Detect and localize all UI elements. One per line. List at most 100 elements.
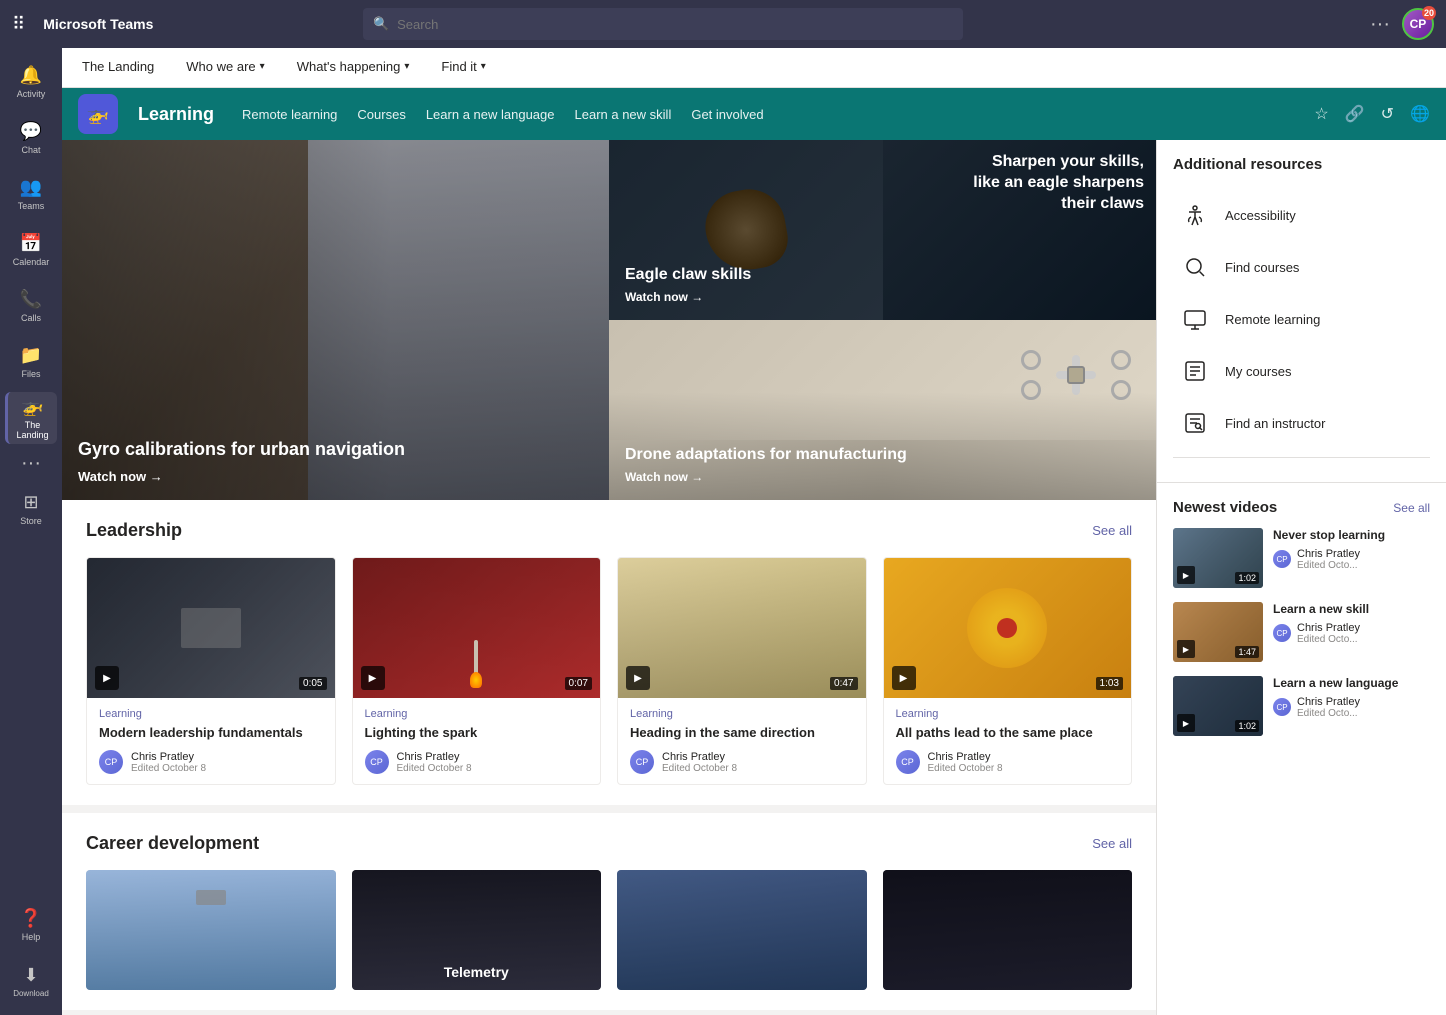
newest-see-all[interactable]: See all: [1393, 501, 1430, 515]
newest-item-never-stop[interactable]: ▶ 1:02 Never stop learning CP Chris Prat…: [1173, 528, 1430, 588]
search-bar[interactable]: 🔍: [363, 8, 963, 40]
career-thumb-1[interactable]: [86, 870, 336, 990]
refresh-icon[interactable]: ↺: [1381, 104, 1394, 124]
career-cards-grid: Telemetry: [86, 870, 1132, 990]
secondary-nav-find-it[interactable]: Find it ▾: [437, 48, 489, 87]
author-date-2: Edited October 8: [662, 763, 737, 774]
leadership-section: Leadership See all ▶: [62, 500, 1156, 809]
sidebar-item-files[interactable]: 📁 Files: [5, 336, 57, 388]
hero-card-gyro[interactable]: Gyro calibrations for urban navigation W…: [62, 140, 609, 500]
learning-nav-remote[interactable]: Remote learning: [242, 107, 337, 122]
sidebar-item-calls[interactable]: 📞 Calls: [5, 280, 57, 332]
rs-item-find-instructor[interactable]: Find an instructor: [1173, 397, 1430, 449]
author-info-0: Chris Pratley Edited October 8: [131, 751, 206, 774]
video-thumb-modern-leadership: ▶ 0:05: [87, 558, 335, 698]
play-button-lighting[interactable]: ▶: [361, 666, 385, 690]
video-category-modern-leadership[interactable]: Learning: [99, 708, 323, 720]
additional-resources-title: Additional resources: [1173, 156, 1430, 173]
sidebar-item-calendar[interactable]: 📅 Calendar: [5, 224, 57, 276]
leadership-see-all[interactable]: See all: [1092, 523, 1132, 538]
sidebar-label-files: Files: [21, 369, 40, 379]
video-thumb-all-paths: ▶ 1:03: [884, 558, 1132, 698]
teams-icon: 👥: [20, 177, 42, 198]
author-name-0: Chris Pratley: [131, 751, 206, 763]
secondary-nav-whats-happening[interactable]: What's happening ▾: [293, 48, 414, 87]
learning-nav-involved[interactable]: Get involved: [691, 107, 763, 122]
newest-duration-2: 1:02: [1235, 720, 1259, 732]
hero-eagle-watch[interactable]: Watch now →: [625, 290, 751, 304]
learning-nav-language[interactable]: Learn a new language: [426, 107, 555, 122]
author-info-3: Chris Pratley Edited October 8: [928, 751, 1003, 774]
author-name-1: Chris Pratley: [397, 751, 472, 763]
play-button-direction[interactable]: ▶: [626, 666, 650, 690]
career-thumb-2[interactable]: Telemetry: [352, 870, 602, 990]
duration-modern-leadership: 0:05: [299, 677, 326, 690]
rs-remote-learning-label: Remote learning: [1225, 312, 1320, 327]
rs-find-instructor-label: Find an instructor: [1225, 416, 1325, 431]
hero-card-drone[interactable]: Drone adaptations for manufacturing Watc…: [609, 320, 1156, 500]
hero-card-gyro-watch[interactable]: Watch now →: [78, 469, 405, 484]
newest-info-1: Learn a new skill CP Chris Pratley Edite…: [1273, 602, 1430, 662]
rs-item-accessibility[interactable]: Accessibility: [1173, 189, 1430, 241]
newest-item-learn-language[interactable]: ▶ 1:02 Learn a new language CP Chris Pra…: [1173, 676, 1430, 736]
leadership-title: Leadership: [86, 520, 182, 541]
top-bar-right: ··· CP 20: [1370, 8, 1434, 40]
sidebar-item-activity[interactable]: 🔔 Activity: [5, 56, 57, 108]
author-name-3: Chris Pratley: [928, 751, 1003, 763]
newest-item-learn-skill[interactable]: ▶ 1:47 Learn a new skill CP Chris Pratle…: [1173, 602, 1430, 662]
sidebar-item-landing[interactable]: 🚁 The Landing: [5, 392, 57, 444]
sidebar-item-chat[interactable]: 💬 Chat: [5, 112, 57, 164]
newest-play-icon-1: ▶: [1177, 640, 1195, 658]
sidebar-item-teams[interactable]: 👥 Teams: [5, 168, 57, 220]
link-icon[interactable]: 🔗: [1345, 104, 1365, 124]
video-card-lighting-spark[interactable]: ▶ 0:07 Learning Lighting the spark CP Ch…: [352, 557, 602, 785]
top-bar: ⠿ Microsoft Teams 🔍 ··· CP 20: [0, 0, 1446, 48]
rs-find-courses-label: Find courses: [1225, 260, 1299, 275]
rs-item-remote-learning[interactable]: Remote learning: [1173, 293, 1430, 345]
sidebar-more-dots[interactable]: ···: [17, 448, 45, 479]
sidebar-item-store[interactable]: ⊞ Store: [5, 483, 57, 535]
newest-author-avatar-2: CP: [1273, 698, 1291, 716]
newest-thumb-learn-skill: ▶ 1:47: [1173, 602, 1263, 662]
search-icon: 🔍: [373, 16, 389, 32]
learning-nav: Remote learning Courses Learn a new lang…: [242, 107, 1294, 122]
sidebar-item-help[interactable]: ❓ Help: [5, 899, 57, 951]
learning-nav-skill[interactable]: Learn a new skill: [575, 107, 672, 122]
star-icon[interactable]: ☆: [1314, 104, 1328, 124]
app-dots-grid[interactable]: ⠿: [12, 14, 25, 35]
newest-video-title-0: Never stop learning: [1273, 528, 1430, 544]
career-thumb-4[interactable]: [883, 870, 1133, 990]
video-card-modern-leadership[interactable]: ▶ 0:05 Learning Modern leadership fundam…: [86, 557, 336, 785]
video-category-direction[interactable]: Learning: [630, 708, 854, 720]
main-scroll-area[interactable]: Gyro calibrations for urban navigation W…: [62, 140, 1156, 1015]
newest-author-date-1: Edited Octo...: [1297, 634, 1360, 645]
secondary-nav-landing[interactable]: The Landing: [78, 48, 158, 87]
video-card-same-direction[interactable]: ▶ 0:47 Learning Heading in the same dire…: [617, 557, 867, 785]
newest-author-date-0: Edited Octo...: [1297, 560, 1360, 571]
newest-video-title-2: Learn a new language: [1273, 676, 1430, 692]
learning-nav-courses[interactable]: Courses: [357, 107, 405, 122]
duration-lighting: 0:07: [565, 677, 592, 690]
hero-card-eagle[interactable]: Sharpen your skills, like an eagle sharp…: [609, 140, 1156, 320]
play-button-paths[interactable]: ▶: [892, 666, 916, 690]
video-card-body-paths: Learning All paths lead to the same plac…: [884, 698, 1132, 784]
video-category-paths[interactable]: Learning: [896, 708, 1120, 720]
hero-drone-title: Drone adaptations for manufacturing: [625, 446, 907, 464]
landing-icon: 🚁: [21, 396, 43, 417]
video-card-all-paths[interactable]: ▶ 1:03 Learning All paths lead to the sa…: [883, 557, 1133, 785]
more-options-icon[interactable]: ···: [1370, 13, 1390, 36]
hero-drone-watch[interactable]: Watch now →: [625, 470, 907, 484]
globe-icon[interactable]: 🌐: [1410, 104, 1430, 124]
newest-videos-title: Newest videos: [1173, 499, 1277, 516]
video-category-lighting[interactable]: Learning: [365, 708, 589, 720]
sidebar-item-download[interactable]: ⬇ Download: [5, 955, 57, 1007]
avatar[interactable]: CP 20: [1402, 8, 1434, 40]
play-button-modern-leadership[interactable]: ▶: [95, 666, 119, 690]
secondary-nav-who-we-are[interactable]: Who we are ▾: [182, 48, 268, 87]
video-thumb-lighting-spark: ▶ 0:07: [353, 558, 601, 698]
career-thumb-3[interactable]: [617, 870, 867, 990]
rs-item-my-courses[interactable]: My courses: [1173, 345, 1430, 397]
search-input[interactable]: [397, 17, 953, 32]
rs-item-find-courses[interactable]: Find courses: [1173, 241, 1430, 293]
career-see-all[interactable]: See all: [1092, 836, 1132, 851]
